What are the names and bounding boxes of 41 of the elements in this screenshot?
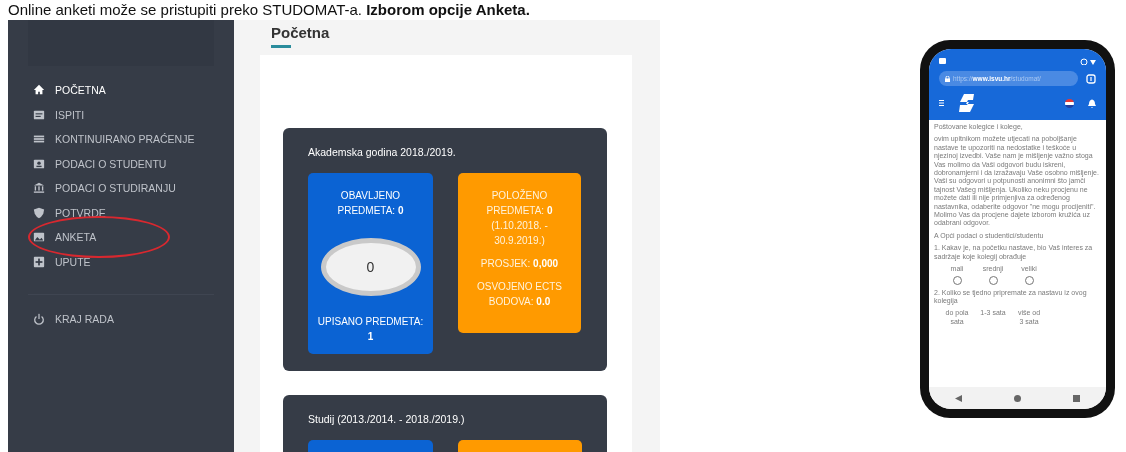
tile-text: PROSJEK: 0,000 [480, 257, 559, 271]
bell-icon[interactable] [1088, 98, 1096, 108]
image-icon [939, 58, 946, 64]
menu-icon[interactable] [939, 100, 944, 106]
home-icon[interactable] [1014, 394, 1021, 402]
card-title: Akademska godina 2018./2019. [308, 146, 456, 158]
sidebar-item[interactable]: UPUTE [8, 249, 234, 274]
tile-text: UPISANO PREDMETA: 1 [316, 315, 425, 344]
doc-icon [33, 108, 45, 121]
tabs-icon[interactable] [1086, 73, 1096, 84]
logout-item[interactable]: KRAJ RADA [8, 307, 234, 332]
page-title: Početna [271, 24, 330, 41]
person-icon [33, 157, 45, 170]
sidebar-item[interactable]: PODACI O STUDENTU [8, 151, 234, 176]
sidebar-item[interactable]: KONTINUIRANO PRAĆENJE [8, 127, 234, 152]
card-title: Studij (2013./2014. - 2018./2019.) [308, 413, 465, 425]
image-icon [33, 231, 45, 244]
plus-icon [33, 255, 45, 268]
bank-icon [33, 182, 45, 195]
radio-button[interactable] [988, 275, 998, 285]
tile-text: POLOŽENO PREDMETA: 0 (1.10.2018. - 30.9.2019.) [485, 188, 554, 248]
home-icon [33, 84, 45, 97]
wifi-icon [1080, 57, 1096, 65]
progress-ring: 0 [320, 238, 421, 296]
sidebar-item[interactable]: PODACI O STUDIRANJU [8, 176, 234, 201]
sidebar-item[interactable]: POTVRDE [8, 200, 234, 225]
shield-icon [33, 206, 45, 219]
tile-text: OBAVLJENO PREDMETA: 0 [336, 189, 405, 218]
back-icon[interactable] [955, 394, 962, 402]
logo-icon [958, 93, 976, 113]
power-icon [33, 313, 45, 326]
radio-button[interactable] [952, 275, 962, 285]
tile-text: OSVOJENO ECTS BODOVA: 0.0 [476, 280, 563, 309]
caption-text: Online anketi može se pristupiti preko STUDOMAT-a. Izborom opcije Anketa. [7, 0, 531, 20]
sidebar-item[interactable]: ANKETA [8, 225, 234, 250]
recents-icon[interactable] [1073, 394, 1080, 402]
sidebar-item[interactable]: POČETNA [8, 78, 234, 103]
lock-icon [945, 75, 950, 82]
flag-icon[interactable] [1065, 98, 1074, 108]
radio-button[interactable] [1024, 275, 1034, 285]
sidebar-item[interactable]: ISPITI [8, 102, 234, 127]
